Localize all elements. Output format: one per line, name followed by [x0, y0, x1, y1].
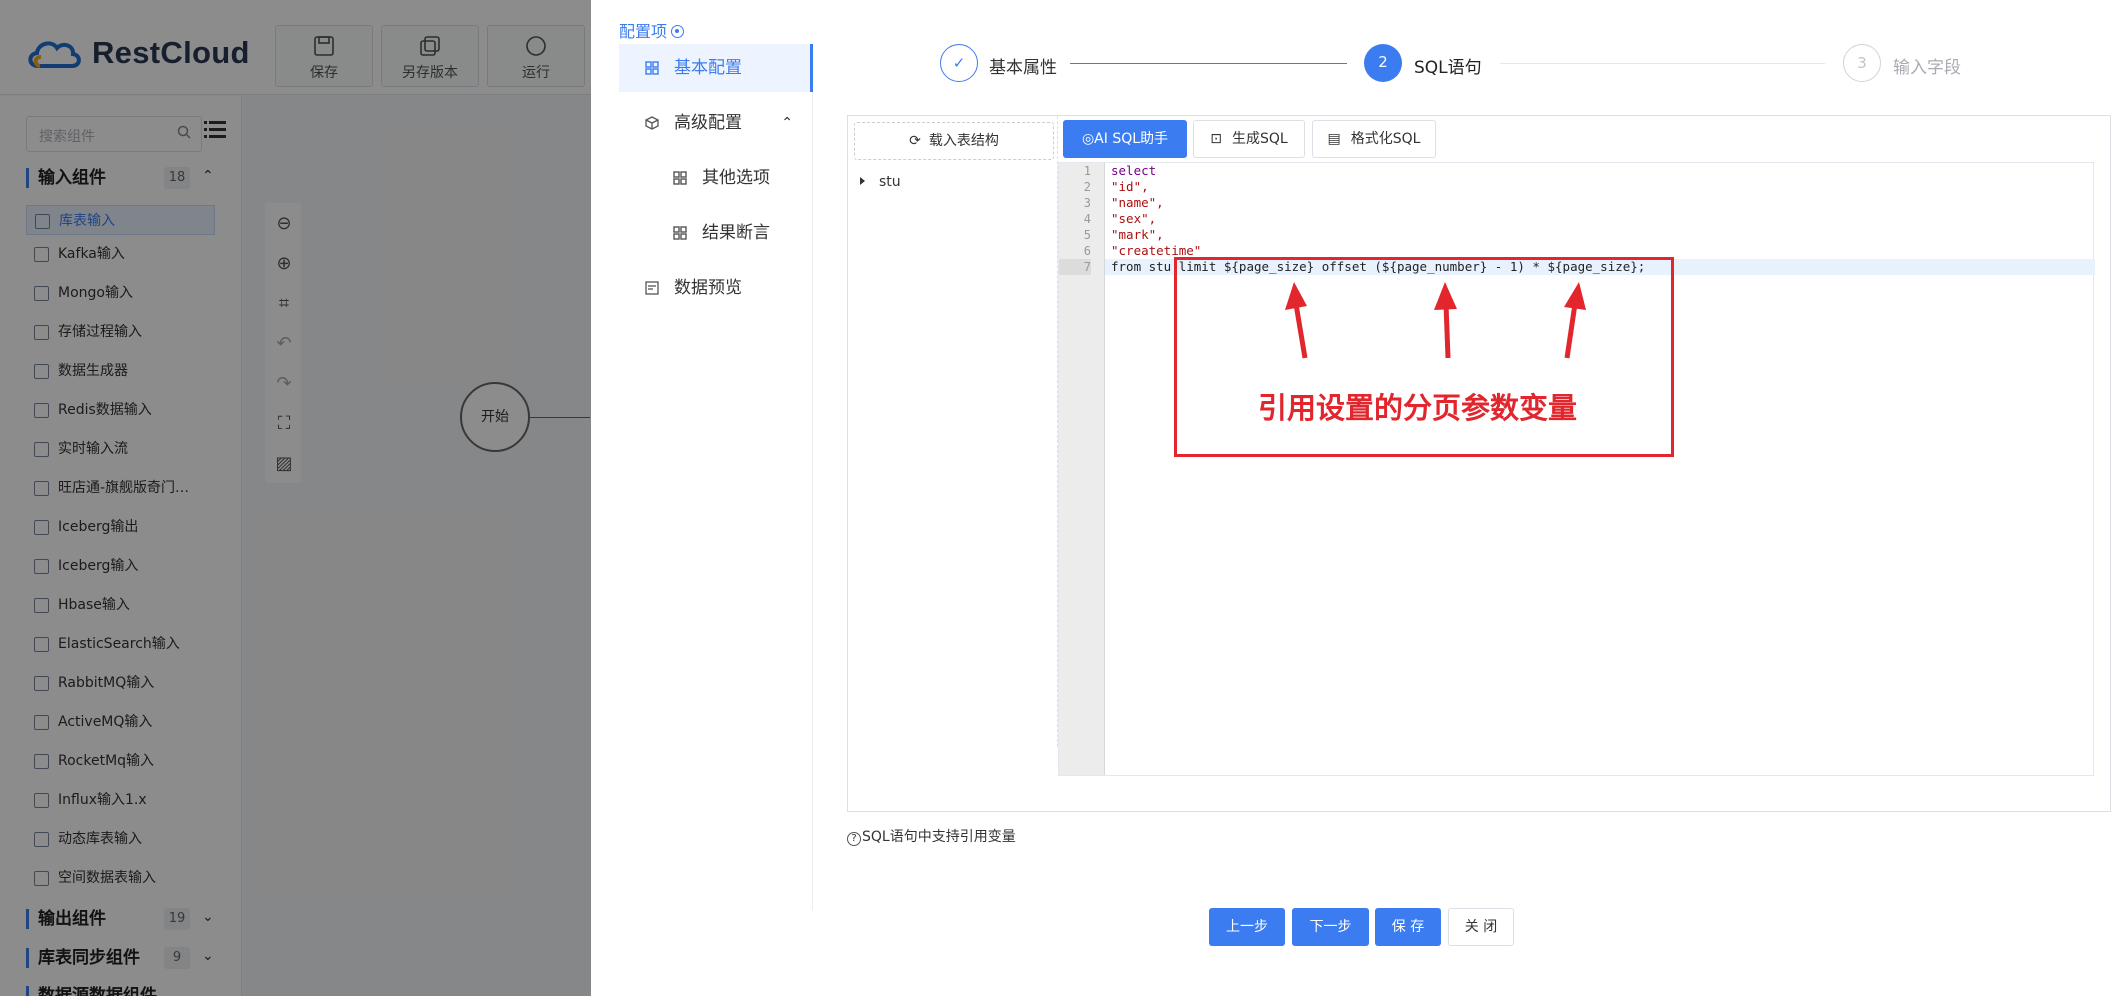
line-number: 4: [1083, 212, 1091, 226]
sql-variable-hint: ? SQL语句中支持引用变量: [847, 826, 1016, 846]
config-side-menu: 基本配置 高级配置 ⌃ 其他选项 结果断言 数据预览: [619, 44, 813, 910]
tree-node-table[interactable]: stu: [860, 174, 901, 190]
line-number: 5: [1083, 228, 1091, 242]
annotation-arrow-icon: [1434, 282, 1457, 359]
ai-sql-assistant-button[interactable]: ◎AI SQL助手: [1063, 120, 1187, 158]
save-button[interactable]: 保 存: [1375, 908, 1441, 946]
grid-icon: [673, 171, 687, 185]
step-connector: [1070, 63, 1347, 64]
prev-step-button[interactable]: 上一步: [1209, 908, 1285, 946]
step-1-check-icon[interactable]: ✓: [940, 44, 978, 82]
refresh-icon: ⟳: [909, 133, 921, 149]
grid-icon: [673, 226, 687, 240]
menu-data-preview[interactable]: 数据预览: [619, 264, 813, 312]
line-number-gutter: 1 2 3 4 5 6 7: [1059, 163, 1105, 775]
code-line: "id",: [1111, 179, 1149, 194]
generate-sql-button[interactable]: ⊡ 生成SQL: [1193, 120, 1305, 158]
next-step-button[interactable]: 下一步: [1292, 908, 1369, 946]
config-drawer: 配置项 基本配置 高级配置 ⌃ 其他选项 结果断言 数据预览 ✓ 基本属性 2 …: [591, 0, 2117, 996]
step-2-label[interactable]: SQL语句: [1414, 53, 1482, 78]
annotation-arrow-icon: [1285, 282, 1308, 359]
sql-code-editor[interactable]: 1 2 3 4 5 6 7 select "id", "name", "sex"…: [1058, 162, 2095, 776]
menu-other-options[interactable]: 其他选项: [619, 154, 813, 202]
grid-icon: [645, 61, 659, 75]
line-number: 6: [1083, 244, 1091, 258]
step-3-label[interactable]: 输入字段: [1893, 53, 1961, 78]
ai-icon: ◎: [1081, 131, 1095, 147]
menu-advanced-config[interactable]: 高级配置 ⌃: [619, 99, 813, 147]
table-tree-pane: ⟳ 载入表结构 stu: [848, 116, 1058, 747]
chevron-up-icon: ⌃: [781, 115, 793, 131]
eye-icon: [671, 25, 685, 38]
help-icon: ?: [847, 832, 861, 846]
code-line: "mark",: [1111, 227, 1164, 242]
line-number: 2: [1083, 180, 1091, 194]
code-line: "name",: [1111, 195, 1164, 210]
sql-editor-frame: ⟳ 载入表结构 stu ◎AI SQL助手 ⊡ 生成SQL ▤ 格式化SQL 1 2 …: [847, 115, 2111, 812]
menu-basic-config[interactable]: 基本配置: [619, 44, 813, 92]
code-line: select: [1111, 163, 1157, 178]
format-icon: ▤: [1327, 131, 1341, 147]
close-button[interactable]: 关 闭: [1448, 908, 1514, 946]
annotation-arrow-icon: [1564, 282, 1586, 359]
menu-result-assertion[interactable]: 结果断言: [619, 209, 813, 257]
preview-icon: [645, 281, 659, 295]
format-sql-button[interactable]: ▤ 格式化SQL: [1312, 120, 1436, 158]
annotation-box: [1174, 257, 1674, 457]
terminal-icon: ⊡: [1210, 131, 1222, 147]
wizard-steps: ✓ 基本属性 2 SQL语句 3 输入字段: [940, 44, 2070, 84]
load-table-structure-button[interactable]: ⟳ 载入表结构: [854, 122, 1054, 160]
step-1-label[interactable]: 基本属性: [989, 53, 1057, 78]
step-3-number[interactable]: 3: [1843, 44, 1881, 82]
line-number: 7: [1059, 259, 1091, 275]
cube-icon: [645, 116, 659, 130]
line-number: 3: [1083, 196, 1091, 210]
config-title: 配置项: [619, 18, 685, 42]
annotation-text: 引用设置的分页参数变量: [1258, 391, 1578, 425]
step-2-number[interactable]: 2: [1364, 44, 1402, 82]
caret-right-icon: [860, 177, 865, 185]
line-number: 1: [1083, 164, 1091, 178]
code-line: "sex",: [1111, 211, 1157, 226]
step-connector: [1500, 63, 1825, 64]
